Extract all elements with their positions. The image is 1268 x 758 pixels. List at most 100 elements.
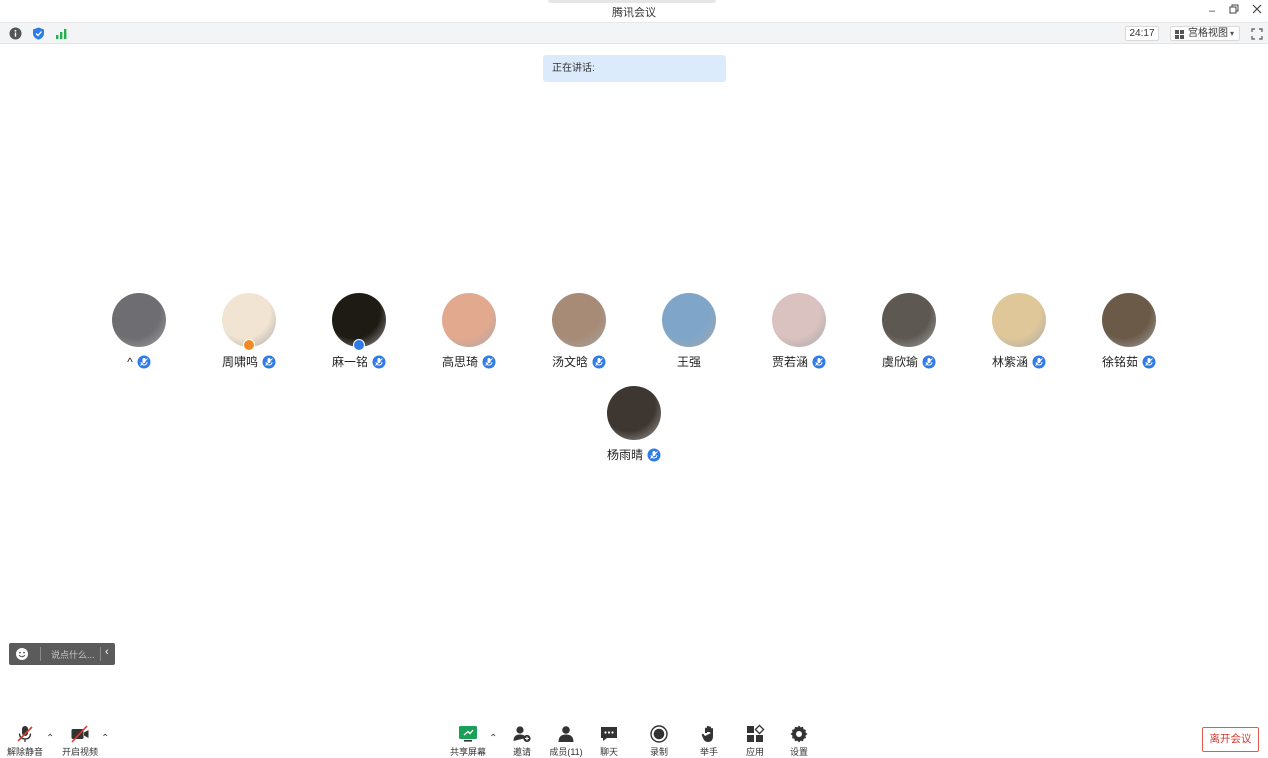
mic-muted-icon [592,355,606,369]
avatar [882,293,936,347]
avatar [1102,293,1156,347]
host-badge-icon [353,339,365,351]
participant-tile[interactable]: 贾若涵 [744,293,854,370]
avatar [552,293,606,347]
share-options-chevron-icon[interactable]: ⌃ [489,733,497,744]
speaking-indicator: 正在讲话: [543,55,726,82]
avatar-image [772,293,826,347]
start-video-button[interactable]: 开启视频 [60,724,100,758]
mic-muted-icon [922,355,936,369]
participant-tile[interactable]: 林紫涵 [964,293,1074,370]
host-badge-icon [243,339,255,351]
avatar [772,293,826,347]
avatar [442,293,496,347]
settings-button[interactable]: 设置 [784,724,814,758]
participant-name: 周啸鸣 [194,354,304,370]
participant-tile[interactable]: 杨雨晴 [579,386,689,463]
divider [40,647,41,661]
record-button[interactable]: 录制 [644,724,674,758]
participant-tile[interactable]: 高思琦 [414,293,524,370]
chat-quick-input[interactable]: 说点什么... ‹ [9,643,115,665]
mic-muted-icon [372,355,386,369]
participant-name-label: 王强 [676,355,701,369]
meeting-timer: 24:17 [1125,26,1159,41]
unmute-button[interactable]: 解除静音 [6,724,44,758]
avatar [332,293,386,351]
grid-view-icon [1175,30,1184,39]
video-options-chevron-icon[interactable]: ⌃ [101,733,109,744]
signal-icon[interactable] [55,27,68,40]
leave-meeting-button[interactable]: 离开会议 [1202,727,1259,752]
participant-tile[interactable]: 虞欣瑜 [854,293,964,370]
apps-button[interactable]: 应用 [740,724,770,758]
shield-icon[interactable] [32,27,45,40]
participant-name: 虞欣瑜 [854,354,964,370]
mic-muted-icon [1032,355,1046,369]
participant-name: 汤文晗 [524,354,634,370]
info-icon[interactable] [9,27,22,40]
participant-tile[interactable]: 麻一铭 [304,293,414,370]
participant-name: ^ [84,354,194,370]
minimize-button[interactable]: – [1204,3,1220,19]
participant-name: 杨雨晴 [579,447,689,463]
participant-name: 贾若涵 [744,354,854,370]
mic-muted-icon [812,355,826,369]
mic-muted-icon [262,355,276,369]
avatar [222,293,276,351]
participant-name: 林紫涵 [964,354,1074,370]
avatar-image [882,293,936,347]
emoji-icon[interactable] [15,647,29,661]
participant-name-label: 周啸鸣 [221,355,258,369]
close-icon [1252,4,1262,14]
participant-tile[interactable]: 汤文晗 [524,293,634,370]
chat-button[interactable]: 聊天 [594,724,624,758]
apps-icon [747,724,765,742]
invite-button[interactable]: 邀请 [507,724,537,758]
record-icon [650,725,668,743]
members-button[interactable]: 成员(11) [548,724,584,758]
avatar [992,293,1046,347]
avatar [607,386,661,440]
avatar-image [992,293,1046,347]
participant-name-label: 虞欣瑜 [881,355,918,369]
mic-muted-icon [482,355,496,369]
chat-placeholder[interactable]: 说点什么... [51,648,95,661]
participant-name: 徐铭茹 [1074,354,1184,370]
participant-name-label: 贾若涵 [771,355,808,369]
meeting-toolbar: 24:17 宫格视图 ▾ [0,22,1268,44]
mic-muted-icon [137,355,151,369]
share-screen-icon [459,726,477,742]
view-mode-button[interactable]: 宫格视图 ▾ [1170,26,1240,41]
participant-tile[interactable]: 周啸鸣 [194,293,304,370]
avatar [662,293,716,347]
participant-name-label: 徐铭茹 [1101,355,1138,369]
participant-name-label: 汤文晗 [551,355,588,369]
close-button[interactable] [1249,3,1265,19]
avatar-image [552,293,606,347]
fullscreen-icon[interactable] [1251,28,1263,40]
participant-tile[interactable]: 王强 [634,293,744,370]
avatar-image [1102,293,1156,347]
chevron-left-icon[interactable]: ‹ [105,646,109,658]
restore-icon [1229,4,1239,14]
raise-hand-icon [701,725,713,742]
audio-options-chevron-icon[interactable]: ⌃ [46,733,54,744]
participant-name: 高思琦 [414,354,524,370]
mic-muted-icon [1142,355,1156,369]
participant-tile[interactable]: ^ [84,293,194,370]
participant-name-label: 麻一铭 [331,355,368,369]
restore-button[interactable] [1226,3,1242,19]
chevron-down-icon: ▾ [1229,29,1234,38]
view-mode-label: 宫格视图 [1188,28,1228,39]
mic-muted-icon [647,448,661,462]
avatar-image [112,293,166,347]
participant-name-label: ^ [127,355,133,369]
participant-name: 麻一铭 [304,354,414,370]
chat-icon [601,727,617,741]
participant-tile[interactable]: 徐铭茹 [1074,293,1184,370]
raise-hand-button[interactable]: 举手 [694,724,724,758]
window-title: 腾讯会议 [612,7,656,19]
video-off-icon [71,725,89,743]
participant-name-label: 高思琦 [441,355,478,369]
share-screen-button[interactable]: 共享屏幕 [449,724,487,758]
